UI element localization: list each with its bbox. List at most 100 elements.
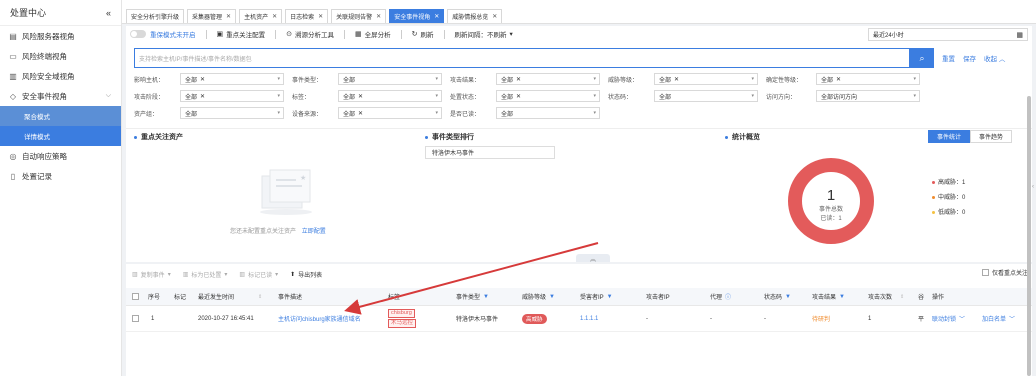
remove-icon[interactable]: ✕ — [836, 76, 841, 83]
divider — [400, 29, 402, 39]
filter-icon[interactable]: ▼ — [483, 294, 489, 300]
table-row[interactable]: 1 2020-10-27 16:45:41 主机访问chisburg家族通信域名… — [126, 306, 1032, 332]
toggle-switch[interactable] — [130, 30, 146, 38]
header-label: 谷 — [918, 295, 925, 301]
sidebar-item-server[interactable]: ▤ 风险服务器视角 — [0, 26, 121, 46]
read-status-select[interactable]: 全部 ▾ — [496, 107, 600, 119]
remove-icon[interactable]: ✕ — [358, 110, 363, 117]
sidebar-item-terminal[interactable]: ▭ 风险终端视角 — [0, 46, 121, 66]
tab-engine-upgrade[interactable]: 安全分析引擎升级 — [126, 9, 185, 23]
save-button[interactable]: 保存 — [963, 53, 976, 63]
tab-collector[interactable]: 采集器管理 ✕ — [187, 9, 237, 23]
col-count[interactable]: 攻击次数 ⇕ — [868, 292, 904, 302]
key-config-button[interactable]: ▣ 重点关注配置 — [217, 29, 266, 39]
expand-handle-icon[interactable]: ‹ — [1032, 184, 1034, 190]
linkage-block-button[interactable]: 联动封锁 ﹀ — [932, 314, 965, 323]
event-rank-item[interactable]: 特洛伊木马事件 — [425, 146, 555, 159]
sidebar-item-domain[interactable]: ▥ 风险安全域视角 — [0, 66, 121, 86]
export-list-button[interactable]: ⬆ 导出列表 — [290, 270, 322, 279]
configure-now-link[interactable]: 立即配置 — [302, 229, 326, 235]
refresh-button[interactable]: ↻ 刷新 — [412, 29, 434, 39]
trace-tool-button[interactable]: ⊙ 溯源分析工具 — [286, 29, 334, 39]
select-all-checkbox[interactable] — [132, 293, 142, 300]
mark-read-button[interactable]: ▥ 标记已读 ▾ — [239, 270, 278, 279]
global-analysis-button[interactable]: ▦ 全屏分析 — [355, 29, 391, 39]
sidebar-subitem-aggregate[interactable]: 聚合模式 — [0, 106, 121, 126]
col-victim-ip[interactable]: 受害者IP ▼ — [580, 292, 613, 302]
affected-host-select[interactable]: 全部 ✕ ▾ — [180, 73, 284, 85]
page-scrollbar[interactable] — [1027, 96, 1031, 376]
add-whitelist-button[interactable]: 加白名单 ﹀ — [982, 314, 1015, 323]
event-trend-button[interactable]: 事件趋势 — [970, 130, 1012, 143]
close-icon[interactable]: ✕ — [434, 13, 439, 20]
col-type[interactable]: 事件类型 ▼ — [456, 292, 489, 302]
attack-stage-select[interactable]: 全部 ✕ ▾ — [180, 90, 284, 102]
reset-button[interactable]: 重置 — [942, 53, 955, 63]
tab-security-event[interactable]: 安全事件视角 ✕ — [389, 9, 445, 23]
panel-collapse-handle[interactable]: ︽ — [576, 254, 610, 263]
section-title-text: 重点关注资产 — [141, 134, 183, 141]
filter-icon[interactable]: ▼ — [607, 294, 613, 300]
asset-group-select[interactable]: 全部 ▾ — [180, 107, 284, 119]
close-icon[interactable]: ✕ — [318, 13, 323, 20]
col-time[interactable]: 最近发生时间 ⇕ — [198, 292, 262, 302]
mark-processed-button[interactable]: ▥ 标为已处置 ▾ — [183, 270, 228, 279]
refresh-interval-select[interactable]: 刷新间隔： 不刷新 ▾ — [455, 29, 513, 39]
close-icon[interactable]: ✕ — [492, 13, 497, 20]
collapse-icon[interactable]: « — [106, 8, 111, 18]
tag-select[interactable]: 全部 ✕ ▾ — [338, 90, 442, 102]
search-button[interactable]: ⌕ — [910, 48, 934, 68]
info-icon[interactable]: ⓘ — [725, 292, 731, 301]
event-type-select[interactable]: 全部 ▾ — [338, 73, 442, 85]
close-icon[interactable]: ✕ — [376, 13, 381, 20]
tab-correlation[interactable]: 关联规则告警 ✕ — [331, 9, 387, 23]
sidebar-item-records[interactable]: ▯ 处置记录 — [0, 166, 121, 186]
search-input[interactable]: 支持检索主机IP/事件描述/事件名称/数据包 — [134, 48, 910, 68]
event-desc-link[interactable]: 主机访问chisburg家族通信域名 — [278, 314, 361, 323]
sidebar-item-label: 安全事件视角 — [22, 91, 67, 101]
close-icon[interactable]: ✕ — [272, 13, 277, 20]
checkbox[interactable] — [132, 315, 139, 322]
handle-status-select[interactable]: 全部 ✕ ▾ — [496, 90, 600, 102]
device-source-select[interactable]: 全部 ✕ ▾ — [338, 107, 442, 119]
sidebar-item-security-event[interactable]: ◇ 安全事件视角 ⌵ — [0, 86, 121, 106]
threat-level-select[interactable]: 全部 ✕ ▾ — [654, 73, 758, 85]
caret-down-icon: ▾ — [277, 93, 280, 99]
caret-down-icon: ▾ — [435, 76, 438, 82]
filter-icon[interactable]: ▼ — [785, 294, 791, 300]
filter-icon[interactable]: ▼ — [839, 294, 845, 300]
collapse-button[interactable]: 收起 ︿ — [984, 53, 1005, 63]
remove-icon[interactable]: ✕ — [516, 93, 521, 100]
close-icon[interactable]: ✕ — [226, 13, 231, 20]
col-threat[interactable]: 威胁等级 ▼ — [522, 292, 555, 302]
copy-event-button[interactable]: ▥ 复制事件 ▾ — [132, 270, 171, 279]
event-stats-button[interactable]: 事件统计 — [928, 130, 970, 143]
sidebar-item-auto-response[interactable]: ◎ 自动响应策略 — [0, 146, 121, 166]
checkbox[interactable] — [132, 293, 139, 300]
remove-icon[interactable]: ✕ — [674, 76, 679, 83]
time-range-select[interactable]: 最近24小时 ▦ — [868, 28, 1028, 41]
victim-ip-link[interactable]: 1.1.1.1 — [580, 316, 598, 322]
col-result[interactable]: 攻击结果 ▼ — [812, 292, 845, 302]
only-key-filter[interactable]: 仅看重点关注 — [981, 268, 1028, 277]
filter-icon[interactable]: ▼ — [549, 294, 555, 300]
col-tag: 标签 — [388, 292, 400, 301]
remove-icon[interactable]: ✕ — [358, 93, 363, 100]
checkbox[interactable] — [981, 269, 989, 276]
status-code-select[interactable]: 全部 ▾ — [654, 90, 758, 102]
key-mode-toggle[interactable]: 重保模式未开启 — [130, 29, 196, 39]
remove-icon[interactable]: ✕ — [200, 76, 205, 83]
tab-host-assets[interactable]: 主机资产 ✕ — [239, 9, 283, 23]
sort-icon[interactable]: ⇕ — [258, 294, 262, 300]
remove-icon[interactable]: ✕ — [200, 93, 205, 100]
attack-result-select[interactable]: 全部 ✕ ▾ — [496, 73, 600, 85]
row-checkbox[interactable] — [132, 315, 142, 322]
sidebar-subitem-detail[interactable]: 详情模式 — [0, 126, 121, 146]
tab-log-search[interactable]: 日志检索 ✕ — [285, 9, 329, 23]
sort-icon[interactable]: ⇕ — [900, 294, 904, 300]
certainty-select[interactable]: 全部 ✕ ▾ — [816, 73, 920, 85]
access-direction-select[interactable]: 全部访问方向 ▾ — [816, 90, 920, 102]
col-status[interactable]: 状态码 ▼ — [764, 292, 791, 302]
tab-threat-intel[interactable]: 威胁情报总览 ✕ — [447, 9, 503, 23]
remove-icon[interactable]: ✕ — [516, 76, 521, 83]
